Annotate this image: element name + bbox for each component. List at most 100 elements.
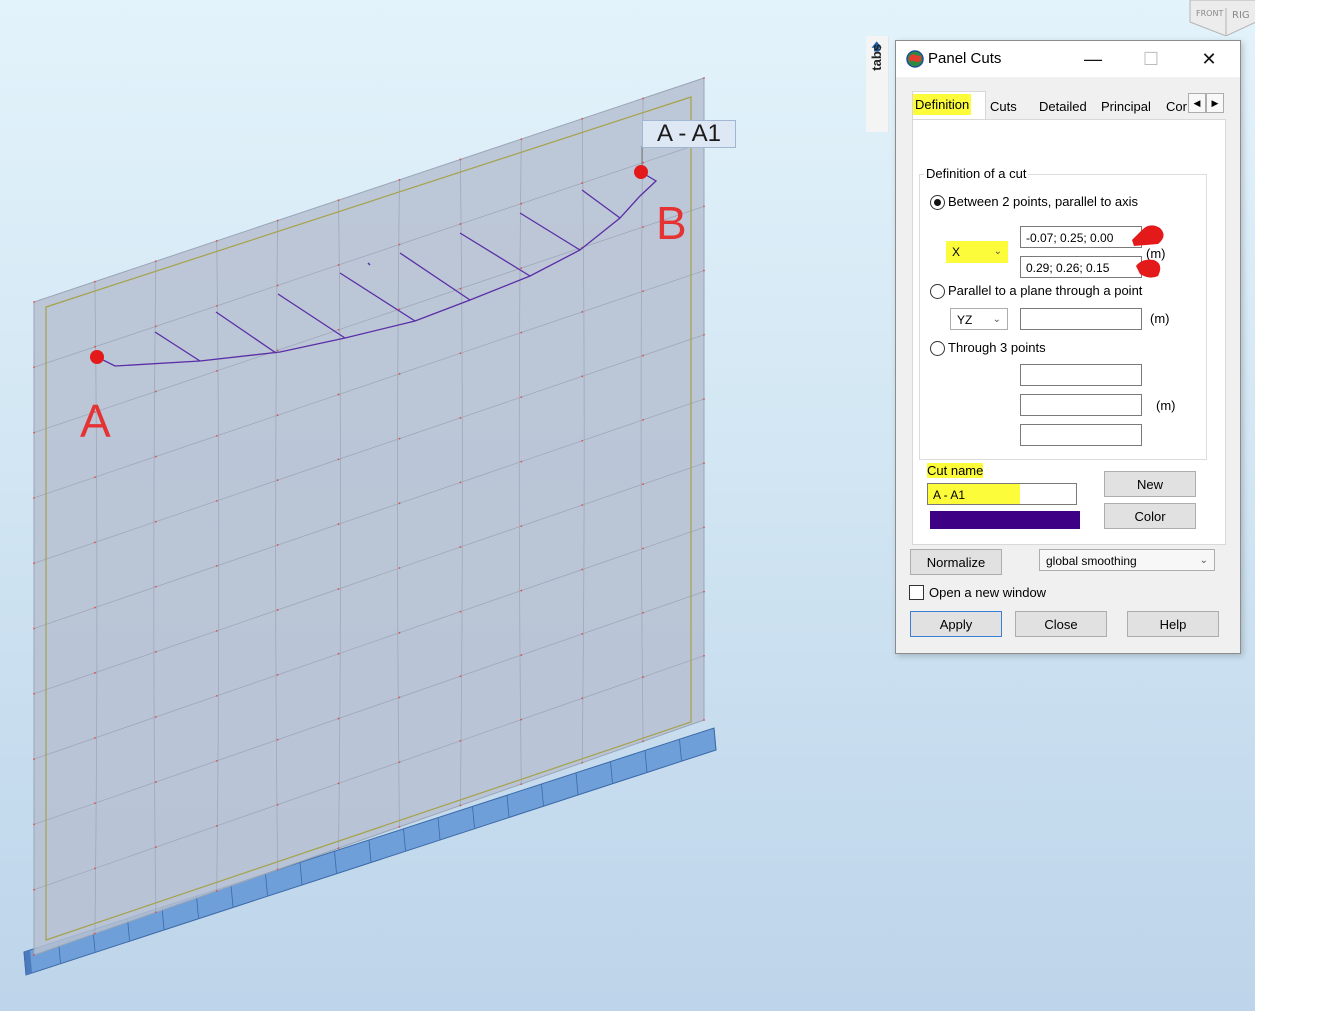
help-button[interactable]: Help: [1127, 611, 1219, 637]
mesh-node: [581, 697, 584, 700]
tab-cor[interactable]: Cor: [1166, 97, 1188, 119]
apply-button[interactable]: Apply: [910, 611, 1002, 637]
panel-cuts-dialog: Panel Cuts — ☐ ✕ Definition Cuts Detaile…: [895, 40, 1241, 654]
app-globe-icon: [906, 50, 924, 68]
open-new-window-checkbox[interactable]: [909, 585, 924, 600]
mesh-node: [337, 847, 340, 850]
mesh-node: [337, 458, 340, 461]
chevron-down-icon: ⌄: [1199, 555, 1208, 566]
svg-text:FRONT: FRONT: [1196, 9, 1223, 18]
three-point-2-input[interactable]: [1020, 394, 1142, 416]
unit-label-three: (m): [1156, 398, 1176, 413]
mesh-node: [33, 562, 35, 565]
axis-select[interactable]: X ⌄: [946, 241, 1008, 263]
point2-input[interactable]: 0.29; 0.26; 0.15: [1020, 256, 1142, 278]
dialog-title-bar[interactable]: Panel Cuts — ☐ ✕: [896, 41, 1240, 77]
radio-parallel-plane-label: Parallel to a plane through a point: [948, 283, 1143, 298]
mesh-node: [154, 650, 157, 653]
close-window-button[interactable]: ✕: [1186, 41, 1232, 77]
mesh-node: [215, 630, 218, 632]
smoothing-select[interactable]: global smoothing ⌄: [1039, 549, 1215, 571]
mesh-node: [154, 520, 157, 523]
mesh-node: [337, 523, 340, 526]
mesh-node: [94, 737, 96, 739]
mesh-node: [276, 609, 279, 611]
mesh-node: [33, 627, 35, 630]
mesh-node: [33, 497, 35, 499]
mesh-node: [154, 716, 157, 718]
mesh-node: [398, 373, 401, 375]
mesh-node: [520, 396, 523, 398]
wall-panel: [33, 77, 705, 956]
mesh-node: [94, 606, 96, 609]
mesh-node: [703, 398, 705, 400]
mesh-node: [642, 290, 644, 293]
tab-definition[interactable]: Definition: [912, 91, 986, 120]
mesh-node: [581, 439, 584, 442]
mesh-node: [459, 223, 462, 225]
mesh-node: [642, 97, 644, 100]
view-cube[interactable]: FRONT RIG: [1188, 0, 1255, 36]
mesh-node: [459, 287, 462, 290]
tab-principal[interactable]: Principal: [1101, 97, 1151, 119]
mesh-node: [642, 483, 644, 486]
mesh-node: [459, 352, 462, 355]
close-button[interactable]: Close: [1015, 611, 1107, 637]
maximize-button[interactable]: ☐: [1128, 41, 1174, 77]
plane-select[interactable]: YZ ⌄: [950, 308, 1008, 330]
mesh-node: [703, 205, 705, 208]
dialog-title: Panel Cuts: [928, 50, 1002, 67]
axis-select-value: X: [952, 245, 961, 259]
mesh-node: [520, 460, 523, 463]
tab-detailed[interactable]: Detailed: [1039, 97, 1087, 119]
mesh-node: [276, 803, 279, 806]
mesh-node: [459, 158, 462, 161]
tab-scroll-right[interactable]: ▶: [1206, 93, 1224, 113]
radio-three-points-label: Through 3 points: [948, 340, 1046, 355]
mesh-node: [215, 370, 218, 372]
mesh-node: [33, 954, 35, 956]
mesh-node: [581, 761, 584, 764]
mesh-node: [337, 588, 340, 590]
parallel-point-input[interactable]: [1020, 308, 1142, 330]
mesh-node: [398, 696, 401, 699]
tab-scroll-left[interactable]: ◀: [1188, 93, 1206, 113]
minimize-button[interactable]: —: [1070, 41, 1116, 77]
new-button[interactable]: New: [1104, 471, 1196, 497]
mesh-node: [276, 349, 279, 352]
mesh-node: [398, 502, 401, 505]
definition-group-title: Definition of a cut: [924, 166, 1029, 181]
svg-text:RIG: RIG: [1232, 10, 1250, 21]
mesh-node: [642, 354, 644, 357]
radio-between-points[interactable]: [930, 195, 945, 210]
mesh-node: [398, 761, 401, 764]
mesh-node: [703, 590, 705, 593]
mesh-node: [520, 267, 523, 269]
mesh-node: [581, 311, 584, 313]
three-point-3-input[interactable]: [1020, 424, 1142, 446]
mesh-node: [337, 199, 340, 202]
radio-between-points-label: Between 2 points, parallel to axis: [948, 194, 1139, 209]
radio-three-points[interactable]: [930, 341, 945, 356]
three-point-1-input[interactable]: [1020, 364, 1142, 386]
smoothing-select-value: global smoothing: [1046, 554, 1137, 568]
tab-strip: Definition Cuts Detailed Principal Cor ◀…: [912, 91, 1226, 120]
point1-input[interactable]: -0.07; 0.25; 0.00: [1020, 226, 1142, 248]
mesh-node: [154, 390, 157, 393]
plane-select-value: YZ: [957, 313, 973, 327]
normalize-button[interactable]: Normalize: [910, 549, 1002, 575]
mesh-node: [154, 585, 157, 588]
mesh-node: [581, 117, 584, 120]
mesh-node: [215, 500, 218, 502]
radio-parallel-plane[interactable]: [930, 284, 945, 299]
mesh-node: [642, 740, 644, 743]
tabs-toggle[interactable]: 🡅 tabs: [866, 36, 889, 132]
mesh-node: [154, 781, 157, 783]
tab-cuts[interactable]: Cuts: [990, 97, 1017, 119]
cut-color-swatch[interactable]: [930, 511, 1080, 529]
cut-name-input[interactable]: A - A1: [927, 483, 1077, 505]
color-button[interactable]: Color: [1104, 503, 1196, 529]
mesh-node: [215, 240, 218, 242]
mesh-node: [520, 589, 523, 592]
mesh-node: [398, 308, 401, 311]
